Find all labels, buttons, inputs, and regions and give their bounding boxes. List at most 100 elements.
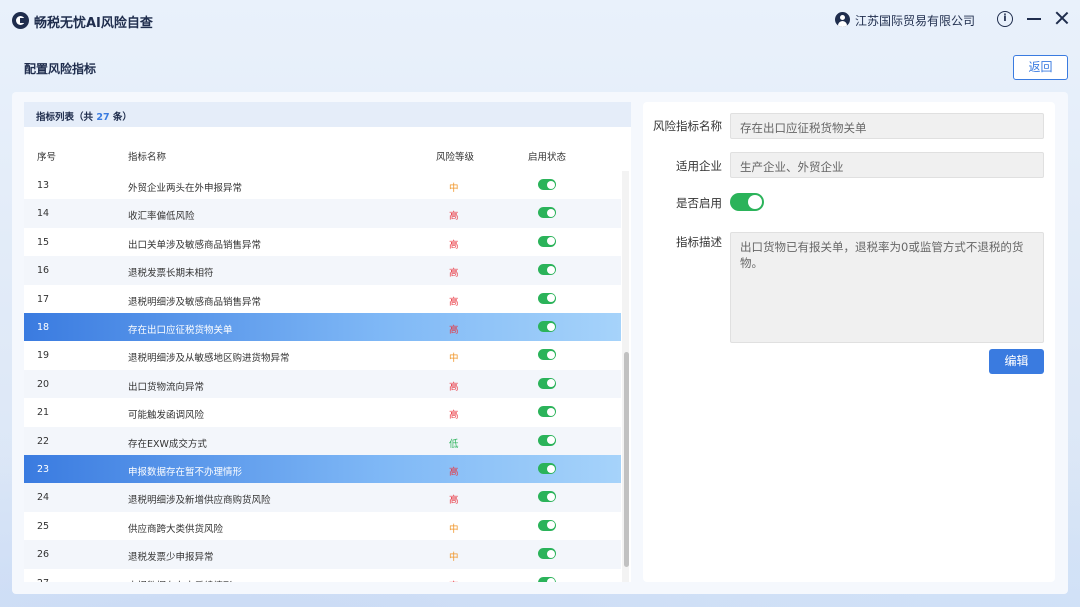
table-header: 序号 指标名称 风险等级 启用状态 (24, 142, 621, 166)
row-index: 14 (37, 208, 50, 220)
row-index: 18 (37, 322, 50, 333)
row-index: 16 (37, 265, 50, 277)
row-enable-toggle[interactable] (538, 321, 556, 332)
row-enable-toggle[interactable] (538, 434, 556, 446)
row-risk-level: 高 (449, 239, 459, 251)
column-header-name: 指标名称 (128, 152, 167, 163)
table-row[interactable]: 15 出口关单涉及敏感商品销售异常 高 (24, 227, 621, 257)
table-row[interactable]: 27 申报数据存在中后续情形 高 (24, 568, 621, 582)
row-index: 22 (37, 435, 50, 447)
row-risk-level: 高 (449, 410, 459, 422)
row-name: 存在出口应征税货物关单 (128, 325, 233, 336)
row-risk-level: 高 (449, 211, 459, 223)
row-enable-toggle[interactable] (538, 491, 556, 503)
description-label: 指标描述 (676, 235, 722, 249)
row-index: 26 (37, 549, 50, 561)
column-header-idx: 序号 (37, 152, 57, 163)
row-enable-toggle[interactable] (538, 207, 556, 219)
title-bar: 畅税无忧AI风险自查 江苏国际贸易有限公司 i (0, 0, 1080, 42)
minimize-icon[interactable] (1027, 18, 1041, 20)
row-risk-level: 低 (449, 438, 459, 450)
indicator-name-label: 风险指标名称 (653, 119, 722, 133)
list-title: 指标列表（共 27 条） (36, 109, 132, 123)
table-row[interactable]: 16 退税发票长期未相符 高 (24, 256, 621, 285)
table-row[interactable]: 18 存在出口应征税货物关单 高 (24, 313, 621, 342)
row-name: 供应商跨大类供货风险 (128, 523, 224, 535)
row-name: 退税发票少申报异常 (128, 552, 214, 564)
row-enable-toggle[interactable] (538, 179, 556, 190)
row-name: 退税明细涉及从敏感地区购进货物异常 (128, 353, 290, 365)
scrollbar-thumb[interactable] (624, 352, 629, 567)
row-enable-toggle[interactable] (538, 463, 556, 474)
row-risk-level: 中 (449, 183, 459, 194)
row-enable-toggle[interactable] (538, 406, 556, 418)
app-title: 畅税无忧AI风险自查 (34, 16, 153, 31)
back-button[interactable]: 返回 (1013, 55, 1068, 80)
row-name: 出口货物流向异常 (128, 381, 205, 393)
row-name: 退税发票长期未相符 (128, 268, 214, 280)
row-risk-level: 高 (449, 268, 459, 280)
enabled-toggle[interactable] (730, 193, 764, 211)
table-row[interactable]: 17 退税明细涉及敏感商品销售异常 高 (24, 284, 621, 313)
description-field[interactable]: 出口货物已有报关单，退税率为0或监管方式不退税的货物。 (730, 232, 1044, 343)
table-row[interactable]: 22 存在EXW成交方式 低 (24, 426, 621, 455)
row-index: 19 (37, 350, 50, 362)
row-index: 24 (37, 492, 50, 504)
company-name[interactable]: 江苏国际贸易有限公司 (855, 12, 975, 29)
user-icon[interactable] (835, 12, 850, 27)
row-name: 退税明细涉及敏感商品销售异常 (128, 296, 262, 308)
row-name: 申报数据存在中后续情形 (128, 578, 233, 582)
row-enable-toggle[interactable] (538, 349, 556, 361)
indicator-list-panel: 指标列表（共 27 条） 序号 指标名称 风险等级 启用状态 13 外贸企业两头在… (24, 102, 631, 582)
table-row[interactable]: 13 外贸企业两头在外申报异常 中 (24, 171, 621, 200)
close-icon[interactable] (1054, 10, 1070, 26)
table-body: 13 外贸企业两头在外申报异常中 14 收汇率偏低风险高 15 出口关单涉及敏感商品销售异… (24, 171, 621, 582)
page-title: 配置风险指标 (24, 62, 97, 76)
row-risk-level: 高 (449, 578, 459, 582)
row-index: 13 (37, 180, 50, 191)
row-enable-toggle[interactable] (538, 377, 556, 389)
row-enable-toggle[interactable] (538, 292, 556, 304)
table-row[interactable]: 19 退税明细涉及从敏感地区购进货物异常 中 (24, 341, 621, 370)
app-logo-icon (12, 12, 29, 29)
table-row[interactable]: 21 可能触发函调风险 高 (24, 398, 621, 427)
row-index: 15 (37, 236, 50, 248)
table-row[interactable]: 14 收汇率偏低风险 高 (24, 199, 621, 228)
table-row[interactable]: 24 退税明细涉及新增供应商购货风险 高 (24, 483, 621, 512)
row-name: 存在EXW成交方式 (128, 438, 207, 450)
row-enable-toggle[interactable] (538, 235, 556, 247)
row-name: 出口关单涉及敏感商品销售异常 (128, 239, 262, 251)
table-row[interactable]: 25 供应商跨大类供货风险 中 (24, 511, 621, 541)
row-risk-level: 中 (449, 523, 459, 535)
row-risk-level: 高 (449, 296, 459, 308)
list-count: 27 (96, 112, 110, 123)
column-header-level: 风险等级 (436, 152, 475, 163)
table-row[interactable]: 20 出口货物流向异常 高 (24, 369, 621, 399)
row-index: 21 (37, 407, 50, 419)
indicator-name-field[interactable]: 存在出口应征税货物关单 (730, 113, 1044, 139)
list-title-suffix: 条） (112, 112, 132, 123)
list-title-prefix: 指标列表（共 (36, 112, 94, 123)
row-risk-level: 高 (449, 495, 459, 507)
row-enable-toggle[interactable] (538, 264, 556, 276)
row-risk-level: 中 (449, 552, 459, 564)
row-enable-toggle[interactable] (538, 548, 556, 560)
edit-button[interactable]: 编辑 (989, 349, 1044, 374)
row-risk-level: 高 (449, 325, 459, 336)
table-row[interactable]: 23 申报数据存在暂不办理情形 高 (24, 455, 621, 484)
row-enable-toggle[interactable] (538, 519, 556, 531)
row-name: 退税明细涉及新增供应商购货风险 (128, 495, 271, 507)
info-icon[interactable]: i (997, 11, 1013, 27)
row-name: 可能触发函调风险 (128, 410, 205, 422)
row-risk-level: 高 (449, 467, 459, 478)
table-row[interactable]: 26 退税发票少申报异常 中 (24, 540, 621, 569)
row-index: 23 (37, 464, 50, 475)
enabled-label: 是否启用 (676, 196, 722, 210)
row-enable-toggle[interactable] (538, 576, 556, 582)
enterprise-field[interactable]: 生产企业、外贸企业 (730, 152, 1044, 178)
enterprise-label: 适用企业 (676, 159, 722, 173)
row-risk-level: 高 (449, 381, 459, 393)
row-index: 25 (37, 520, 50, 532)
list-header: 指标列表（共 27 条） (24, 102, 631, 127)
row-name: 收汇率偏低风险 (128, 211, 195, 223)
